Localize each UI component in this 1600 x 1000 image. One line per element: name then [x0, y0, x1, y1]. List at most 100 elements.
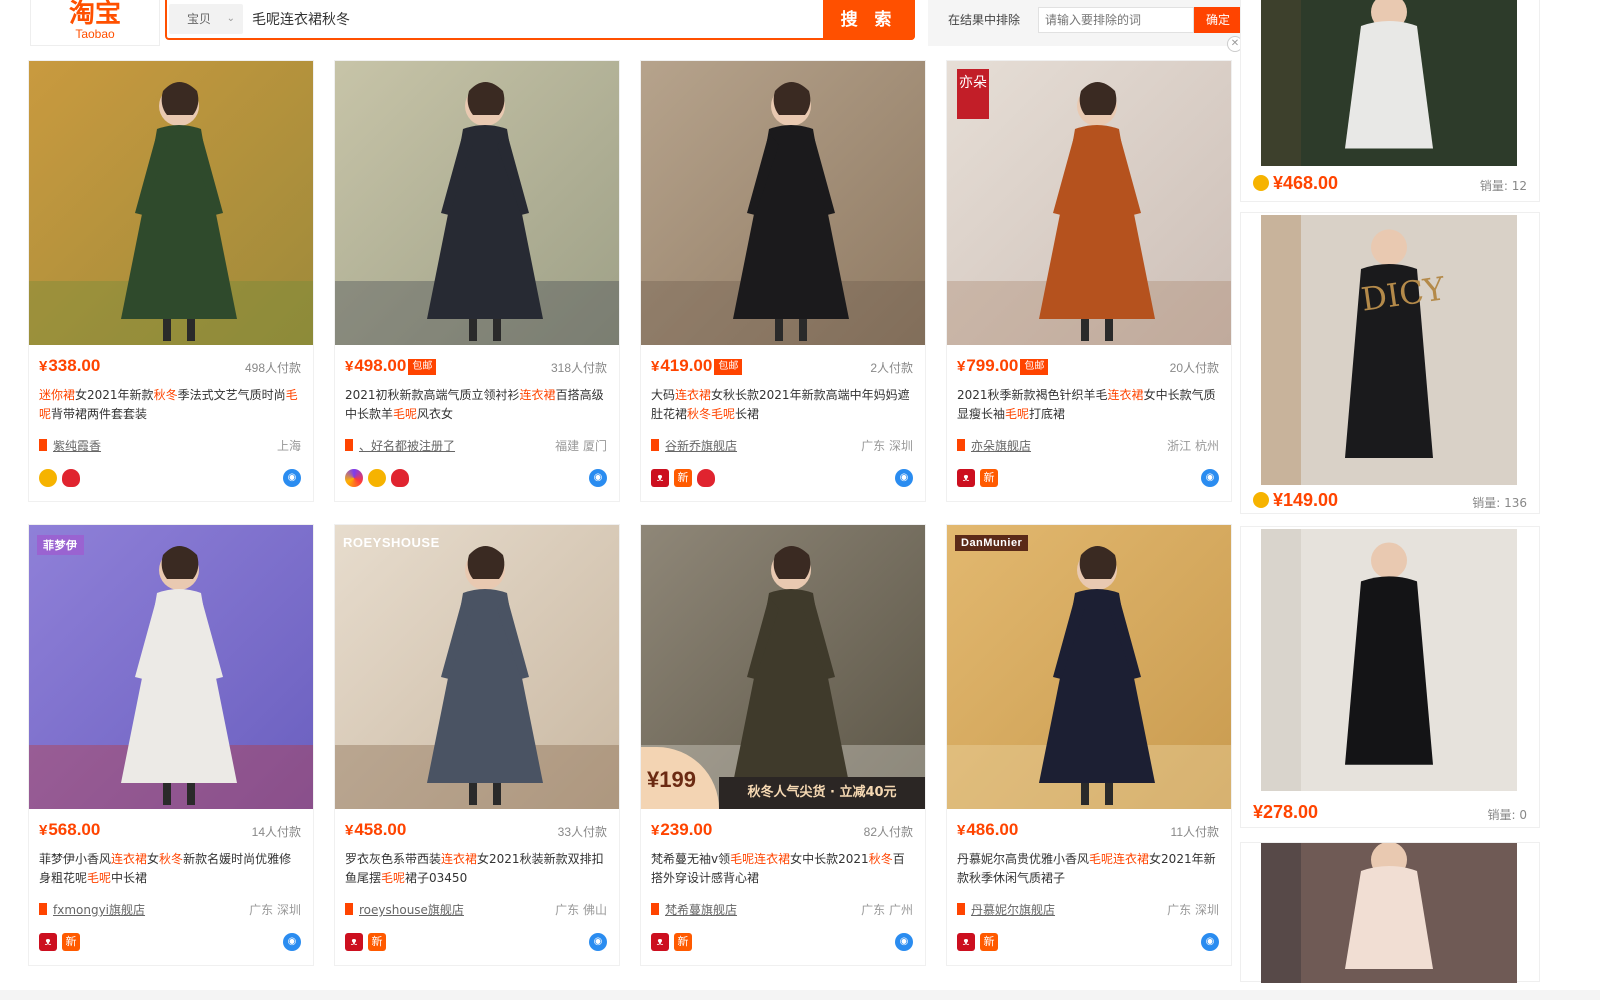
product-image[interactable]: 亦朵: [947, 61, 1231, 345]
recommend-image[interactable]: [1261, 843, 1517, 983]
wangwang-chat-icon[interactable]: ◉: [589, 469, 607, 487]
product-card[interactable]: 菲梦伊 ¥568.00 14人付款 菲梦伊小香风连衣裙女秋冬新款名媛时尚优雅修身粗花呢…: [28, 524, 314, 966]
shop-link[interactable]: fxmongyi旗舰店: [39, 901, 145, 918]
product-image[interactable]: 菲梦伊: [29, 525, 313, 809]
product-image[interactable]: DanMunier: [947, 525, 1231, 809]
shop-name: 紫纯霞香: [53, 439, 102, 453]
recommend-price: ¥278.00: [1253, 802, 1318, 823]
product-card[interactable]: ¥419.00 包邮 2人付款 大码连衣裙女秋长款2021年新款高端中年妈妈遮肚花裙秋…: [640, 60, 926, 502]
sales-count: 82人付款: [863, 825, 913, 839]
recommend-image[interactable]: [1261, 529, 1517, 791]
wangwang-chat-icon[interactable]: ◉: [895, 469, 913, 487]
product-card[interactable]: 亦朵 ¥799.00 包邮 20人付款 2021秋季新款褐色针织羊毛连衣裙女中长款气质显…: [946, 60, 1232, 502]
chevron-down-icon: ⌄: [226, 13, 235, 24]
free-shipping-badge: 包邮: [1020, 359, 1049, 375]
recommend-card[interactable]: ¥468.00 销量: 12: [1240, 0, 1540, 202]
service-icons: ᴥ新: [345, 933, 386, 951]
shop-location: 浙江 杭州: [1167, 439, 1219, 453]
recommend-card[interactable]: ¥278.00 销量: 0: [1240, 526, 1540, 828]
search-scope-dropdown[interactable]: 宝贝 ⌄: [169, 4, 243, 34]
tmall-icon[interactable]: ᴥ: [957, 469, 975, 487]
gold-medal-icon[interactable]: [368, 469, 386, 487]
tmall-icon[interactable]: ᴥ: [651, 933, 669, 951]
product-card[interactable]: DanMunier ¥486.00 11人付款丹慕妮尔高贵优雅小香风毛呢连衣裙女20…: [946, 524, 1232, 966]
shop-link[interactable]: 谷新乔旗舰店: [651, 437, 737, 454]
product-image[interactable]: [641, 61, 925, 345]
shop-link[interactable]: 、好名都被注册了: [345, 437, 455, 454]
price-value: 419.00: [660, 356, 713, 375]
tmall-icon[interactable]: ᴥ: [39, 933, 57, 951]
product-card[interactable]: ROEYSHOUSE ¥458.00 33人付款 罗衣灰色系带西装连衣裙女2021秋装…: [334, 524, 620, 966]
swirl-icon[interactable]: [345, 469, 363, 487]
price-value: 458.00: [354, 820, 407, 839]
free-shipping-badge: 包邮: [714, 359, 743, 375]
gold-medal-icon[interactable]: [39, 469, 57, 487]
product-title-link[interactable]: 2021初秋新款高端气质立领衬衫连衣裙百搭高级中长款羊毛呢风衣女: [345, 386, 607, 426]
new-badge-icon[interactable]: 新: [674, 469, 692, 487]
product-title-link[interactable]: 菲梦伊小香风连衣裙女秋冬新款名媛时尚优雅修身粗花呢毛呢中长裙: [39, 850, 301, 890]
shop-link[interactable]: 亦朵旗舰店: [957, 437, 1031, 454]
wangwang-chat-icon[interactable]: ◉: [1201, 469, 1219, 487]
wangwang-chat-icon[interactable]: ◉: [589, 933, 607, 951]
recommend-card[interactable]: DICY ¥149.00 销量: 136: [1240, 212, 1540, 514]
shop-icon: [39, 439, 47, 451]
sales-count: 20人付款: [1169, 361, 1219, 375]
heart-icon[interactable]: [62, 469, 80, 487]
product-title-link[interactable]: 梵希蔓无袖v领毛呢连衣裙女中长款2021秋冬百搭外穿设计感背心裙: [651, 850, 913, 890]
shop-link[interactable]: 丹慕妮尔旗舰店: [957, 901, 1055, 918]
product-price: ¥486.00: [957, 820, 1019, 839]
price-value: 568.00: [48, 820, 101, 839]
product-image[interactable]: [29, 61, 313, 345]
recommend-sales: 销量: 12: [1479, 179, 1527, 193]
shop-link[interactable]: 紫纯霞香: [39, 437, 101, 454]
free-shipping-badge: 包邮: [408, 359, 437, 375]
product-title-link[interactable]: 2021秋季新款褐色针织羊毛连衣裙女中长款气质显瘦长袖毛呢打底裙: [957, 386, 1219, 426]
shop-link[interactable]: 梵希蔓旗舰店: [651, 901, 737, 918]
search-input[interactable]: [252, 6, 812, 32]
shop-icon: [345, 903, 353, 915]
product-title-link[interactable]: 丹慕妮尔高贵优雅小香风毛呢连衣裙女2021年新款秋季休闲气质裙子: [957, 850, 1219, 890]
new-badge-icon[interactable]: 新: [674, 933, 692, 951]
product-title-link[interactable]: 迷你裙女2021年新款秋冬季法式文艺气质时尚毛呢背带裙两件套套装: [39, 386, 301, 426]
wangwang-chat-icon[interactable]: ◉: [283, 469, 301, 487]
sales-count: 318人付款: [550, 361, 607, 375]
wangwang-chat-icon[interactable]: ◉: [283, 933, 301, 951]
exclude-confirm-button[interactable]: 确定: [1194, 7, 1242, 33]
brand-watermark: DanMunier: [955, 535, 1029, 551]
product-title-link[interactable]: 罗衣灰色系带西装连衣裙女2021秋装新款双排扣鱼尾摆毛呢裙子03450: [345, 850, 607, 890]
shop-name: 、好名都被注册了: [359, 439, 456, 453]
shop-icon: [651, 439, 659, 451]
product-image[interactable]: ROEYSHOUSE: [335, 525, 619, 809]
shop-link[interactable]: roeyshouse旗舰店: [345, 901, 464, 918]
service-icons: [39, 469, 80, 487]
heart-icon[interactable]: [697, 469, 715, 487]
tmall-icon[interactable]: ᴥ: [957, 933, 975, 951]
new-badge-icon[interactable]: 新: [368, 933, 386, 951]
taobao-logo[interactable]: 淘宝 Taobao: [30, 0, 160, 46]
recommend-image[interactable]: DICY: [1261, 215, 1517, 485]
heart-icon[interactable]: [391, 469, 409, 487]
recommend-image[interactable]: [1261, 0, 1517, 166]
product-card[interactable]: ¥199 秋冬人气尖货 · 立减40元 ¥239.00 82人付款 梵希蔓无袖v领毛呢连…: [640, 524, 926, 966]
new-badge-icon[interactable]: 新: [980, 933, 998, 951]
tmall-icon[interactable]: ᴥ: [651, 469, 669, 487]
sales-count: 14人付款: [251, 825, 301, 839]
product-image[interactable]: [335, 61, 619, 345]
new-badge-icon[interactable]: 新: [980, 469, 998, 487]
product-image[interactable]: ¥199 秋冬人气尖货 · 立减40元: [641, 525, 925, 809]
tmall-icon[interactable]: ᴥ: [345, 933, 363, 951]
logo-cn-text: 淘宝: [68, 0, 121, 29]
brand-stamp: 亦朵: [957, 69, 989, 119]
sales-count: 11人付款: [1170, 825, 1219, 839]
product-card[interactable]: ¥498.00 包邮 318人付款 2021初秋新款高端气质立领衬衫连衣裙百搭高级中长…: [334, 60, 620, 502]
wangwang-chat-icon[interactable]: ◉: [1201, 933, 1219, 951]
product-photo: [29, 525, 313, 809]
exclude-input[interactable]: [1038, 7, 1194, 33]
wangwang-chat-icon[interactable]: ◉: [895, 933, 913, 951]
search-button[interactable]: 搜 索: [823, 0, 915, 40]
shop-icon: [39, 903, 47, 915]
new-badge-icon[interactable]: 新: [62, 933, 80, 951]
product-card[interactable]: ¥338.00 498人付款 迷你裙女2021年新款秋冬季法式文艺气质时尚毛呢背带裙…: [28, 60, 314, 502]
recommend-card[interactable]: [1240, 842, 1540, 983]
product-title-link[interactable]: 大码连衣裙女秋长款2021年新款高端中年妈妈遮肚花裙秋冬毛呢长裙: [651, 386, 913, 426]
